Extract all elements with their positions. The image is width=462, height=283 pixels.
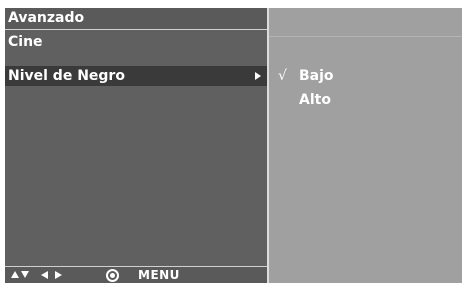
navigation-hint-bar: MENU — [5, 266, 267, 283]
ok-icon — [106, 269, 119, 282]
submenu-option-alto[interactable]: Alto — [269, 90, 462, 110]
option-label: Alto — [299, 92, 331, 108]
title-bar: Avanzado — [5, 8, 267, 30]
menu-item-nivel-de-negro[interactable]: Nivel de Negro — [5, 66, 267, 86]
submenu-header-strip — [269, 8, 462, 37]
menu-hint-label: MENU — [138, 268, 180, 282]
main-menu-panel: Avanzado Cine Nivel de Negro MENU — [5, 8, 267, 283]
menu-item-cine[interactable]: Cine — [5, 32, 267, 52]
menu-item-label: Cine — [8, 34, 43, 50]
submenu-arrow-icon — [255, 72, 261, 80]
down-arrow-icon — [21, 271, 29, 278]
submenu-panel: √ Bajo Alto — [269, 8, 462, 283]
submenu-option-bajo[interactable]: √ Bajo — [269, 66, 462, 86]
menu-item-label: Nivel de Negro — [8, 68, 125, 84]
menu-title: Avanzado — [8, 10, 85, 26]
left-arrow-icon — [41, 271, 48, 279]
right-arrow-icon — [55, 271, 62, 279]
option-label: Bajo — [299, 68, 334, 84]
up-arrow-icon — [11, 271, 19, 278]
osd-menu: Avanzado Cine Nivel de Negro MENU √ Bajo… — [5, 8, 462, 283]
checkmark-icon: √ — [278, 68, 287, 84]
